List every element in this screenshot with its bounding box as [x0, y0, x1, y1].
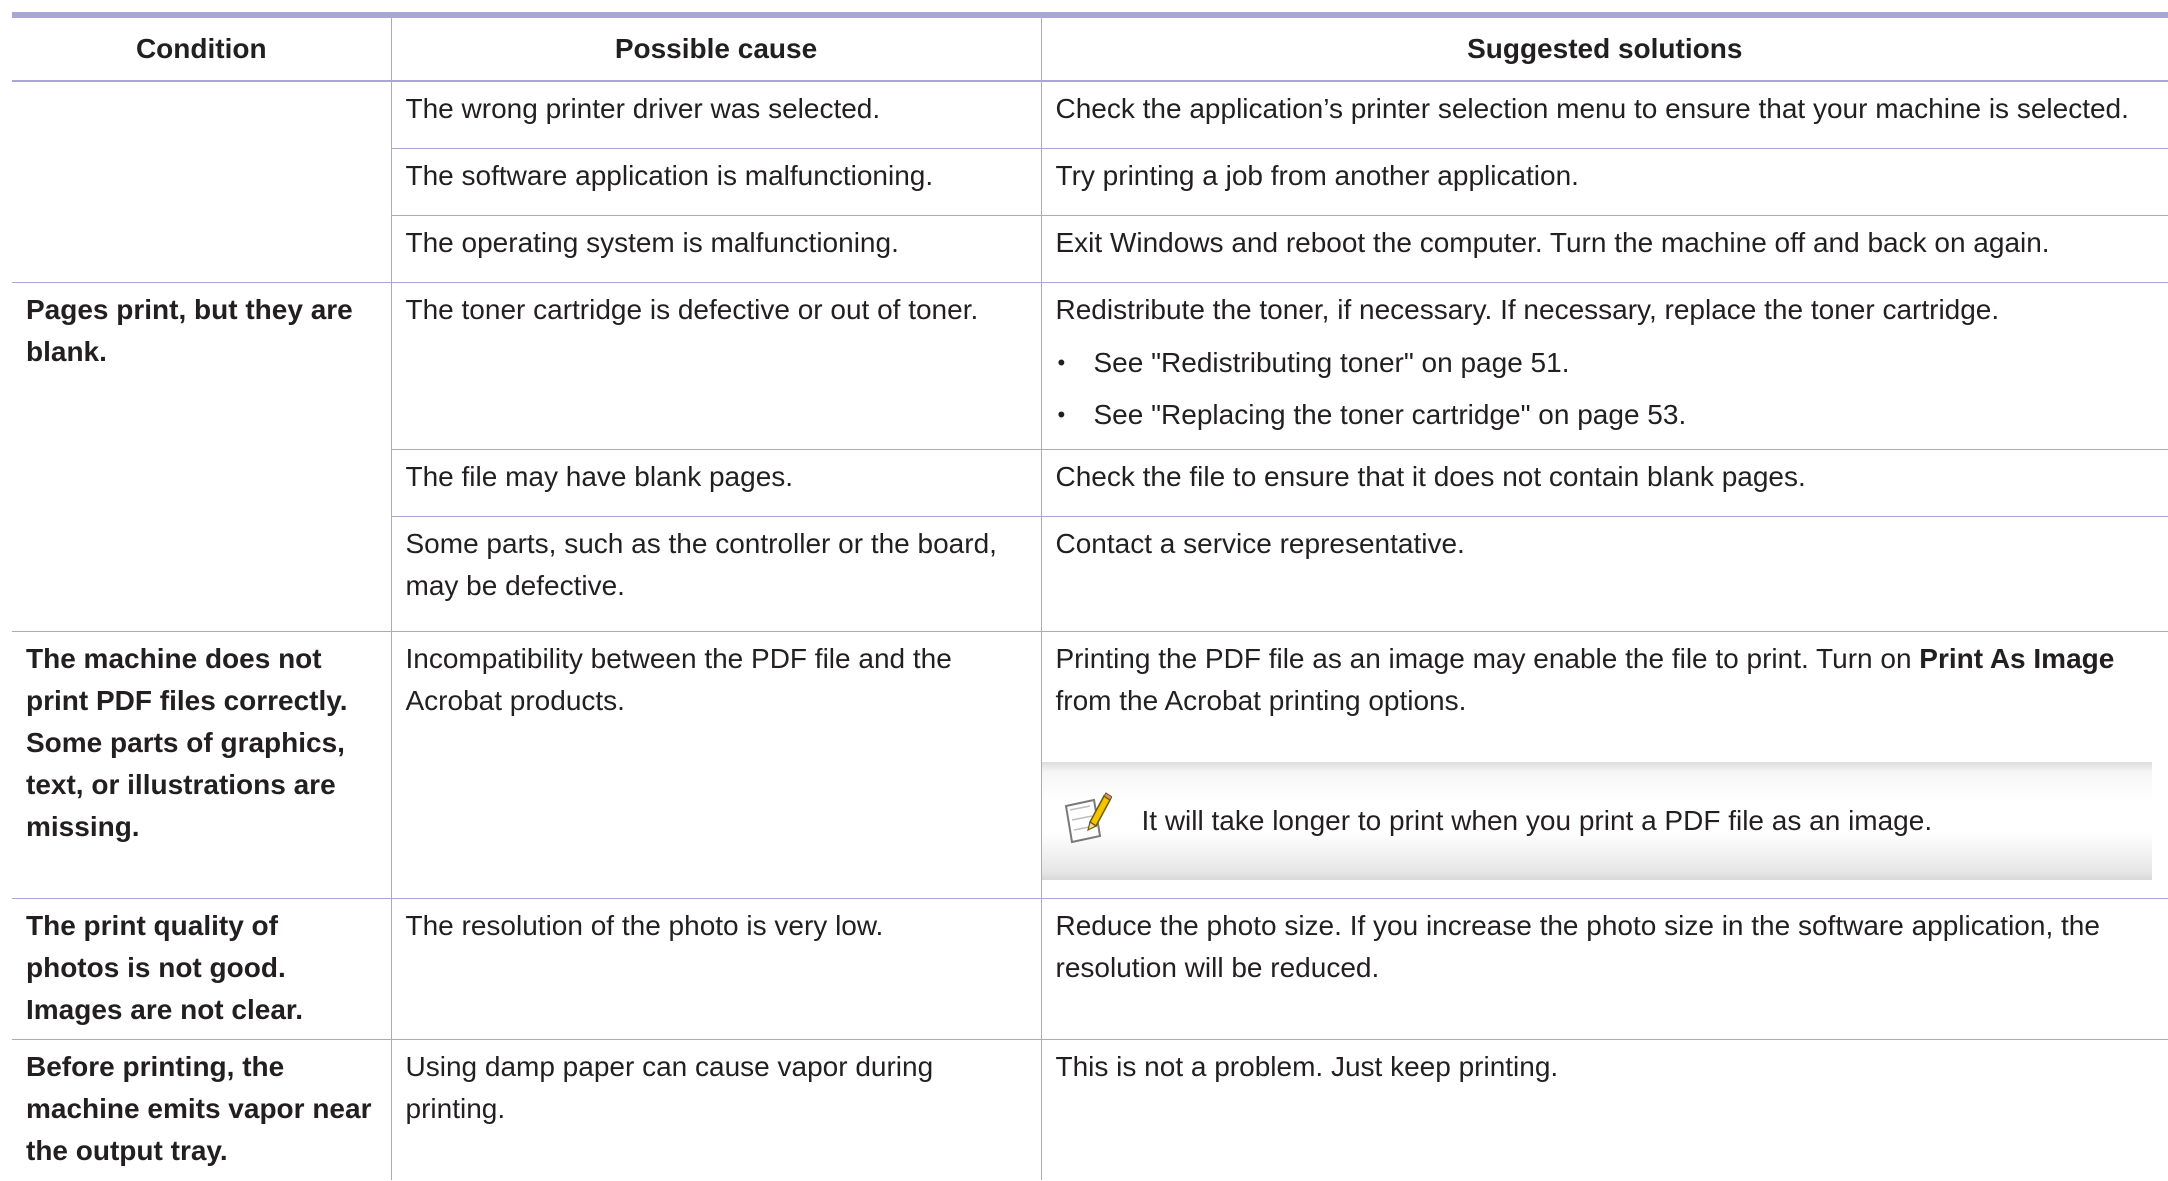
solution-cell: Contact a service representative. — [1040, 516, 2168, 632]
note-pencil-icon — [1064, 792, 1112, 844]
solution-cell: Printing the PDF file as an image may en… — [1040, 631, 2168, 899]
note-box: It will take longer to print when you pr… — [1041, 762, 2152, 880]
condition-blank-pages: Pages print, but they are blank. — [12, 282, 391, 632]
header-suggested-solutions: Suggested solutions — [1040, 12, 2168, 82]
solution-cell: Try printing a job from another applicat… — [1040, 148, 2168, 216]
solution-cell: Check the application’s printer selectio… — [1040, 80, 2168, 149]
condition-photo-quality: The print quality of photos is not good.… — [12, 898, 391, 1040]
solution-text: Printing the PDF file as an image may en… — [1056, 638, 2155, 722]
solution-bullet-list: • See "Redistributing toner" on page 51.… — [1056, 337, 2155, 441]
link-replacing-toner-cartridge[interactable]: See "Replacing the toner cartridge" on p… — [1094, 399, 1687, 430]
table-header-row: Condition Possible cause Suggested solut… — [12, 12, 2168, 82]
cause-cell: The wrong printer driver was selected. — [390, 80, 1041, 149]
header-condition: Condition — [12, 12, 391, 82]
cause-cell: Some parts, such as the controller or th… — [390, 516, 1041, 632]
note-text: It will take longer to print when you pr… — [1141, 805, 1933, 836]
table-row: Pages print, but they are blank. The ton… — [12, 282, 2168, 632]
list-item[interactable]: • See "Replacing the toner cartridge" on… — [1056, 389, 2155, 441]
solution-cell: This is not a problem. Just keep printin… — [1040, 1039, 2168, 1180]
cause-cell: Incompatibility between the PDF file and… — [390, 631, 1041, 899]
solution-cell: Exit Windows and reboot the computer. Tu… — [1040, 215, 2168, 283]
condition-pdf: The machine does not print PDF files cor… — [12, 631, 391, 899]
condition-cell-empty — [12, 80, 391, 283]
table-row: Before printing, the machine emits vapor… — [12, 1039, 2168, 1180]
print-as-image-label: Print As Image — [1919, 643, 2115, 674]
cause-cell: Using damp paper can cause vapor during … — [390, 1039, 1041, 1180]
table-row: The machine does not print PDF files cor… — [12, 631, 2168, 899]
solution-text-after: from the Acrobat printing options. — [1055, 685, 1467, 716]
cause-cell: The operating system is malfunctioning. — [390, 215, 1041, 283]
link-redistributing-toner[interactable]: See "Redistributing toner" on page 51. — [1094, 347, 1570, 378]
table-row: The wrong printer driver was selected. C… — [12, 80, 2168, 283]
cause-cell: The software application is malfunctioni… — [390, 148, 1041, 216]
cause-cell: The file may have blank pages. — [390, 449, 1041, 517]
bullet-icon: • — [1057, 402, 1066, 427]
solution-cell: Redistribute the toner, if necessary. If… — [1040, 282, 2168, 450]
header-possible-cause: Possible cause — [390, 12, 1041, 82]
troubleshooting-table: Condition Possible cause Suggested solut… — [12, 12, 2168, 1180]
cause-cell: The resolution of the photo is very low. — [390, 898, 1041, 1040]
cause-cell: The toner cartridge is defective or out … — [390, 282, 1041, 450]
solution-cell: Check the file to ensure that it does no… — [1040, 449, 2168, 517]
bullet-icon: • — [1057, 350, 1066, 375]
solution-text-before: Printing the PDF file as an image may en… — [1055, 643, 1920, 674]
page: Condition Possible cause Suggested solut… — [0, 0, 2168, 1181]
solution-text: Redistribute the toner, if necessary. If… — [1055, 294, 2000, 325]
table-row: The print quality of photos is not good.… — [12, 898, 2168, 1040]
list-item[interactable]: • See "Redistributing toner" on page 51. — [1056, 337, 2155, 389]
solution-cell: Reduce the photo size. If you increase t… — [1040, 898, 2168, 1040]
condition-vapor: Before printing, the machine emits vapor… — [12, 1039, 391, 1180]
